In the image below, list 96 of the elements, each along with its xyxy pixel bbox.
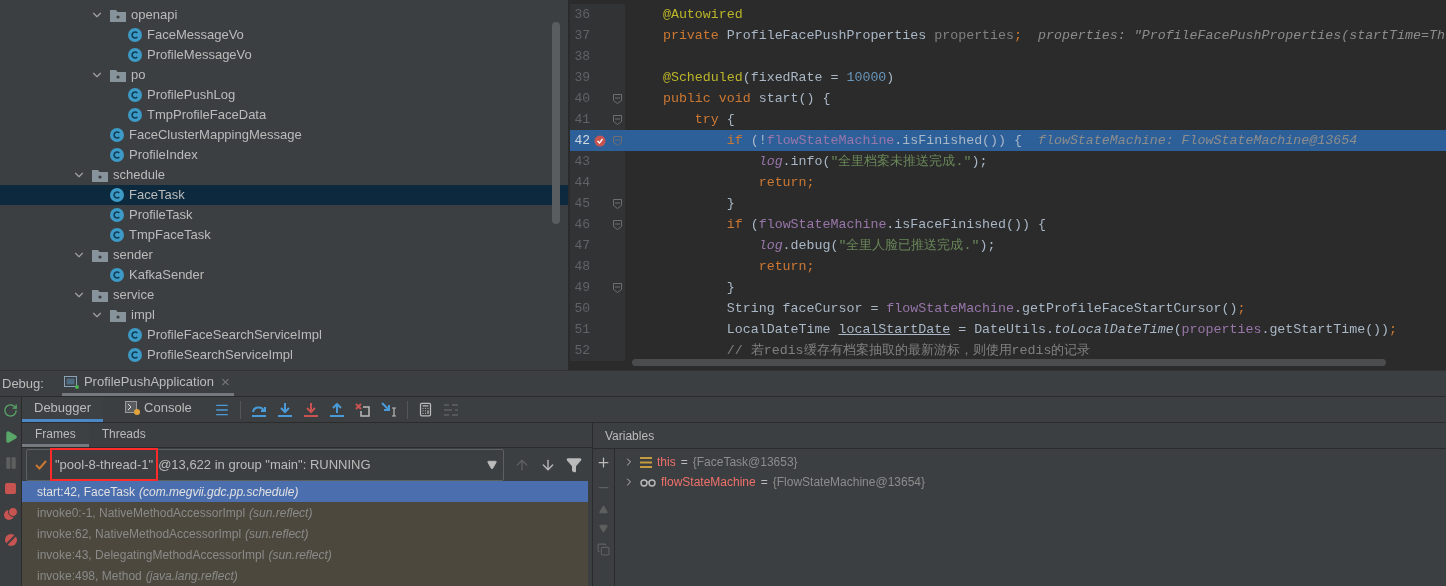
add-icon[interactable] <box>596 455 611 470</box>
dropdown-arrow-icon <box>487 459 497 470</box>
tree-item[interactable]: FaceMessageVo <box>0 25 568 45</box>
class-icon <box>110 228 124 242</box>
tree-item[interactable]: sender <box>0 245 568 265</box>
run-to-cursor-icon[interactable] <box>380 402 397 417</box>
fold-marker-icon[interactable] <box>613 114 622 125</box>
tree-item[interactable]: impl <box>0 305 568 325</box>
copy-icon[interactable] <box>597 543 610 556</box>
move-up-icon[interactable] <box>599 505 608 514</box>
code-text: return; <box>757 257 815 276</box>
code-text: // 若redis缓存有档案抽取的最新游标，则使用redis的记录 <box>725 341 1091 360</box>
frames-subtab[interactable]: Threads <box>88 423 159 448</box>
code-text: @Scheduled(fixedRate = 10000) <box>661 68 895 87</box>
stop-icon[interactable] <box>4 482 17 495</box>
class-icon <box>128 88 142 102</box>
folder-icon <box>92 248 108 262</box>
tree-item[interactable]: ProfileFaceSearchServiceImpl <box>0 325 568 345</box>
class-icon <box>110 208 124 222</box>
step-out-icon[interactable] <box>328 402 345 417</box>
tree-item[interactable]: ProfileTask <box>0 205 568 225</box>
variables-title: Variables <box>605 427 655 445</box>
trace-icon[interactable] <box>442 403 459 416</box>
tree-item[interactable]: schedule <box>0 165 568 185</box>
code-text: return; <box>757 173 815 192</box>
drop-frame-icon[interactable] <box>354 402 371 417</box>
pause-icon[interactable] <box>3 456 18 470</box>
thread-dropdown[interactable]: "pool-8-thread-1" @13,622 in group "main": RUNNING <box>26 448 504 481</box>
folder-icon <box>92 288 108 302</box>
thread-name: "pool-8-thread-1" <box>50 447 159 482</box>
filter-icon[interactable] <box>566 456 582 473</box>
horizontal-scrollbar[interactable] <box>632 359 1386 366</box>
breakpoints-icon[interactable] <box>3 507 18 521</box>
code-text: if (!flowStateMachine.isFinished()) { flowStateMachine: FlowStateMachine@13654 <box>725 131 1358 150</box>
fold-marker-icon[interactable] <box>613 93 622 104</box>
scrollbar-thumb[interactable] <box>552 22 560 224</box>
code-text: public void start() { <box>661 89 831 108</box>
console-icon <box>125 401 141 415</box>
code-text: private ProfileFacePushProperties properties; properties: "ProfileFacePushProperties(startTime=Th <box>661 26 1445 45</box>
folder-icon <box>110 8 126 22</box>
variable-row[interactable]: this = {FaceTask@13653} <box>615 452 1446 472</box>
check-icon <box>35 459 47 470</box>
stack-frame[interactable]: start:42, FaceTask (com.megvii.gdc.pp.schedule) <box>22 481 588 502</box>
tree-item[interactable]: ProfileMessageVo <box>0 45 568 65</box>
code-text: try { <box>693 110 735 129</box>
code-text: @Autowired <box>661 5 743 24</box>
code-text: LocalDateTime localStartDate = DateUtils.toLocalDateTime(properties.getStartTime()); <box>725 320 1398 339</box>
code-text: log.debug("全里人脸已推送完成."); <box>757 236 996 255</box>
tree-item[interactable]: ProfileIndex <box>0 145 568 165</box>
code-text: } <box>725 278 735 297</box>
fold-marker-icon[interactable] <box>613 135 622 146</box>
tree-item[interactable]: KafkaSender <box>0 265 568 285</box>
move-down-icon[interactable] <box>599 524 608 533</box>
code-text: if (flowStateMachine.isFaceFinished()) { <box>725 215 1046 234</box>
tree-item[interactable]: po <box>0 65 568 85</box>
tree-item[interactable]: FaceClusterMappingMessage <box>0 125 568 145</box>
debugger-tab[interactable]: Console <box>113 397 204 422</box>
variable-row[interactable]: flowStateMachine = {FlowStateMachine@13654} <box>615 472 1446 492</box>
fold-marker-icon[interactable] <box>613 219 622 230</box>
class-icon <box>128 108 142 122</box>
resume-icon[interactable] <box>3 430 18 444</box>
code-text: log.info("全里档案未推送完成."); <box>757 152 988 171</box>
folder-icon <box>92 168 108 182</box>
class-icon <box>110 268 124 282</box>
tree-item[interactable]: openapi <box>0 5 568 25</box>
thread-detail: @13,622 in group "main": RUNNING <box>158 455 372 474</box>
class-icon <box>128 348 142 362</box>
folder-icon <box>110 308 126 322</box>
tree-item[interactable]: TmpProfileFaceData <box>0 105 568 125</box>
class-icon <box>128 48 142 62</box>
glasses-icon <box>640 477 656 487</box>
tree-item[interactable]: FaceTask <box>0 185 568 205</box>
force-step-into-icon[interactable] <box>302 402 319 417</box>
class-icon <box>110 128 124 142</box>
class-icon <box>110 188 124 202</box>
step-into-icon[interactable] <box>276 402 293 417</box>
code-text: } <box>725 194 735 213</box>
debug-label: Debug: <box>1 374 45 393</box>
folder-icon <box>110 68 126 82</box>
class-icon <box>110 148 124 162</box>
tree-item[interactable]: service <box>0 285 568 305</box>
class-icon <box>128 28 142 42</box>
application-icon <box>63 375 79 389</box>
code-text: String faceCursor = flowStateMachine.getProfileFaceStartCursor(); <box>725 299 1246 318</box>
mute-breakpoints-icon[interactable] <box>3 533 18 547</box>
line-number: 42 <box>573 131 590 150</box>
breakpoint-icon[interactable] <box>594 134 606 147</box>
calculator-icon[interactable] <box>417 402 433 417</box>
tree-item[interactable]: ProfileSearchServiceImpl <box>0 345 568 365</box>
class-icon <box>128 328 142 342</box>
rerun-icon[interactable] <box>3 403 18 418</box>
fold-marker-icon[interactable] <box>613 282 622 293</box>
tree-item[interactable]: TmpFaceTask <box>0 225 568 245</box>
tree-item[interactable]: ProfilePushLog <box>0 85 568 105</box>
stack-icon <box>640 456 652 468</box>
fold-marker-icon[interactable] <box>613 198 622 209</box>
